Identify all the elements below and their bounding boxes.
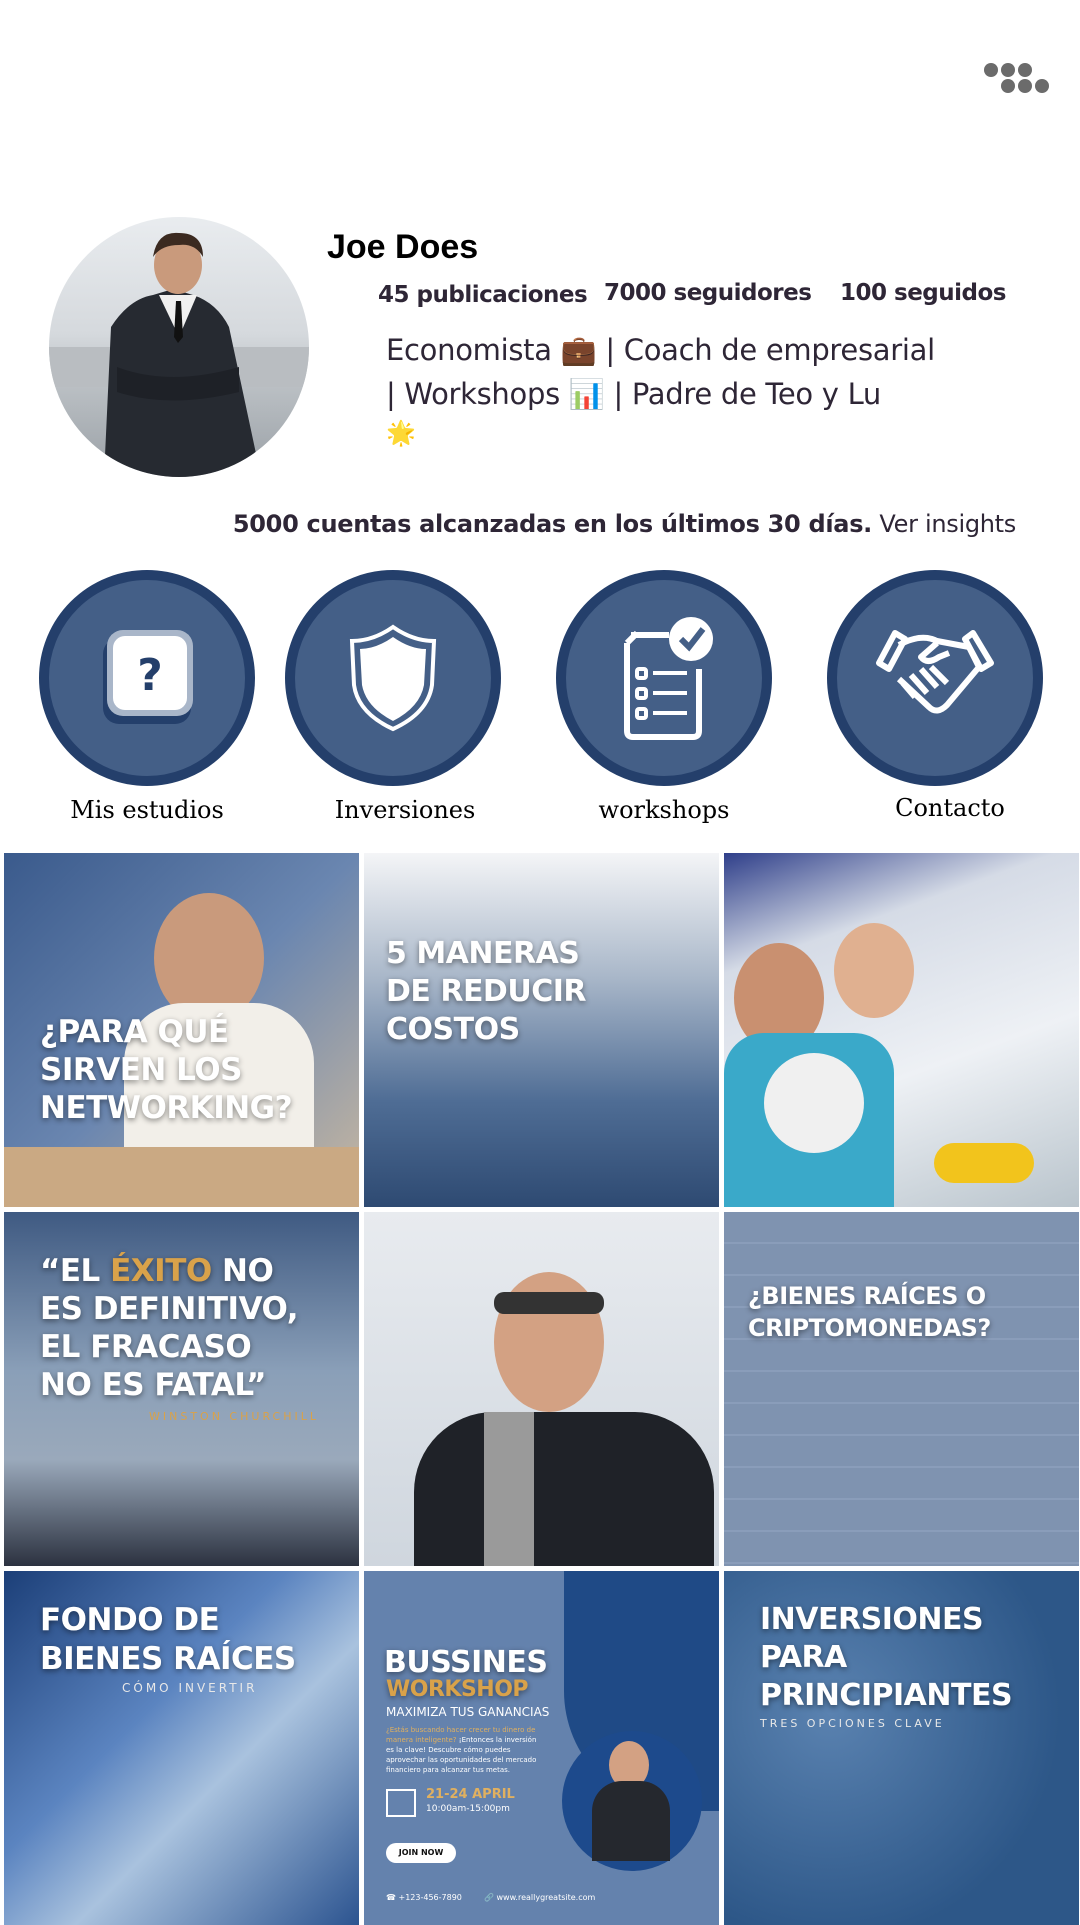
post-title-line: BIENES RAÍCES bbox=[40, 1641, 296, 1677]
quote-line: NO ES FATAL” bbox=[40, 1367, 267, 1403]
post-title-line: NETWORKING? bbox=[40, 1090, 293, 1126]
bar-chart-icon: 📊 bbox=[568, 377, 605, 411]
workshop-subtitle: WORKSHOP bbox=[386, 1677, 529, 1702]
highlight-workshops[interactable] bbox=[556, 570, 772, 786]
svg-text:?: ? bbox=[137, 650, 163, 701]
following-count[interactable]: 100 seguidos bbox=[840, 280, 1006, 306]
post-reducir-costos[interactable]: 5 MANERAS DE REDUCIR COSTOS bbox=[364, 853, 719, 1207]
highlight-mis-estudios[interactable]: ? bbox=[39, 570, 255, 786]
post-title-line: 5 MANERAS bbox=[386, 936, 580, 971]
dots-menu-icon[interactable] bbox=[984, 60, 1054, 93]
quote-text: NO bbox=[211, 1253, 274, 1289]
post-title-line: SIRVEN LOS bbox=[40, 1052, 242, 1088]
post-title-line: PARA bbox=[760, 1640, 847, 1675]
posts-count[interactable]: 45 publicaciones bbox=[378, 282, 588, 308]
workshop-title: BUSSINES bbox=[384, 1645, 548, 1680]
post-networking[interactable]: ¿PARA QUÉ SIRVEN LOS NETWORKING? bbox=[4, 853, 359, 1207]
post-family-photo[interactable] bbox=[724, 853, 1079, 1207]
post-title-line: PRINCIPIANTES bbox=[760, 1678, 1013, 1713]
post-title-line: ¿PARA QUÉ bbox=[40, 1014, 229, 1050]
post-fondo-bienes-raices[interactable]: FONDO DE BIENES RAÍCES CÓMO INVERTIR bbox=[4, 1571, 359, 1925]
quote-author: WINSTON CHURCHILL bbox=[149, 1410, 319, 1423]
post-portrait-photo[interactable] bbox=[364, 1212, 719, 1566]
post-title-line: DE REDUCIR bbox=[386, 974, 586, 1009]
profile-bio: Economista 💼 | Coach de empresarial | Wo… bbox=[386, 328, 1026, 450]
highlight-label: Inversiones bbox=[334, 796, 476, 824]
quote-line: EL FRACASO bbox=[40, 1329, 252, 1365]
highlight-label: Contacto bbox=[895, 794, 1005, 822]
view-insights-link[interactable]: Ver insights bbox=[879, 510, 1016, 538]
post-subtitle: TRES OPCIONES CLAVE bbox=[760, 1717, 945, 1730]
post-title-line: COSTOS bbox=[386, 1012, 520, 1047]
workshop-date: 21-24 APRIL bbox=[426, 1787, 515, 1802]
phone-icon: ☎ bbox=[386, 1893, 396, 1902]
reach-summary: 5000 cuentas alcanzadas en los últimos 3… bbox=[233, 510, 1016, 538]
post-subtitle: CÓMO INVERTIR bbox=[122, 1681, 258, 1695]
quote-line: ES DEFINITIVO, bbox=[40, 1291, 298, 1327]
highlight-inversiones[interactable] bbox=[285, 570, 501, 786]
post-title-line: INVERSIONES bbox=[760, 1602, 984, 1637]
checklist-icon bbox=[624, 617, 713, 740]
quote-text: “EL bbox=[40, 1253, 111, 1289]
phone-text: +123-456-7890 bbox=[398, 1893, 462, 1902]
bio-text: | Workshops bbox=[386, 377, 560, 411]
highlight-label: Mis estudios bbox=[70, 796, 224, 824]
post-business-workshop[interactable]: BUSSINES WORKSHOP MAXIMIZA TUS GANANCIAS… bbox=[364, 1571, 719, 1925]
post-quote-churchill[interactable]: “EL ÉXITO NO ES DEFINITIVO, EL FRACASO N… bbox=[4, 1212, 359, 1566]
reach-text: 5000 cuentas alcanzadas en los últimos 3… bbox=[232, 510, 873, 538]
quote-highlight: ÉXITO bbox=[110, 1253, 212, 1289]
bio-text: Economista bbox=[386, 333, 552, 367]
bio-text: | Padre de Teo y Lu bbox=[613, 377, 882, 411]
bio-text: | Coach de empresarial bbox=[605, 333, 935, 367]
workshop-description: ¿Estás buscando hacer crecer tu dinero d… bbox=[386, 1725, 546, 1775]
question-icon: ? bbox=[103, 630, 193, 724]
link-icon: 🔗 bbox=[484, 1893, 494, 1902]
star-icon: 🌟 bbox=[386, 419, 416, 447]
handshake-icon bbox=[876, 630, 994, 714]
post-inversiones-principiantes[interactable]: INVERSIONES PARA PRINCIPIANTES TRES OPCI… bbox=[724, 1571, 1079, 1925]
post-title-line: ¿BIENES RAÍCES O bbox=[748, 1282, 986, 1310]
post-title-line: CRIPTOMONEDAS? bbox=[748, 1314, 991, 1342]
followers-count[interactable]: 7000 seguidores bbox=[604, 280, 812, 306]
shield-icon bbox=[349, 624, 437, 732]
join-now-button[interactable]: JOIN NOW bbox=[386, 1843, 456, 1863]
post-bienes-cripto[interactable]: ¿BIENES RAÍCES O CRIPTOMONEDAS? bbox=[724, 1212, 1079, 1566]
workshop-site: 🔗 www.reallygreatsite.com bbox=[484, 1893, 595, 1902]
site-text: www.reallygreatsite.com bbox=[496, 1893, 596, 1902]
highlight-label: workshops bbox=[598, 796, 730, 824]
avatar[interactable] bbox=[49, 217, 309, 477]
workshop-tagline: MAXIMIZA TUS GANANCIAS bbox=[386, 1705, 550, 1719]
workshop-time: 10:00am-15:00pm bbox=[426, 1804, 510, 1814]
workshop-phone: ☎ +123-456-7890 bbox=[386, 1893, 462, 1902]
profile-name: Joe Does bbox=[327, 228, 479, 266]
post-title-line: FONDO DE bbox=[40, 1602, 220, 1638]
highlight-contacto[interactable] bbox=[827, 570, 1043, 786]
calendar-icon bbox=[386, 1789, 416, 1817]
briefcase-icon: 💼 bbox=[560, 333, 597, 367]
